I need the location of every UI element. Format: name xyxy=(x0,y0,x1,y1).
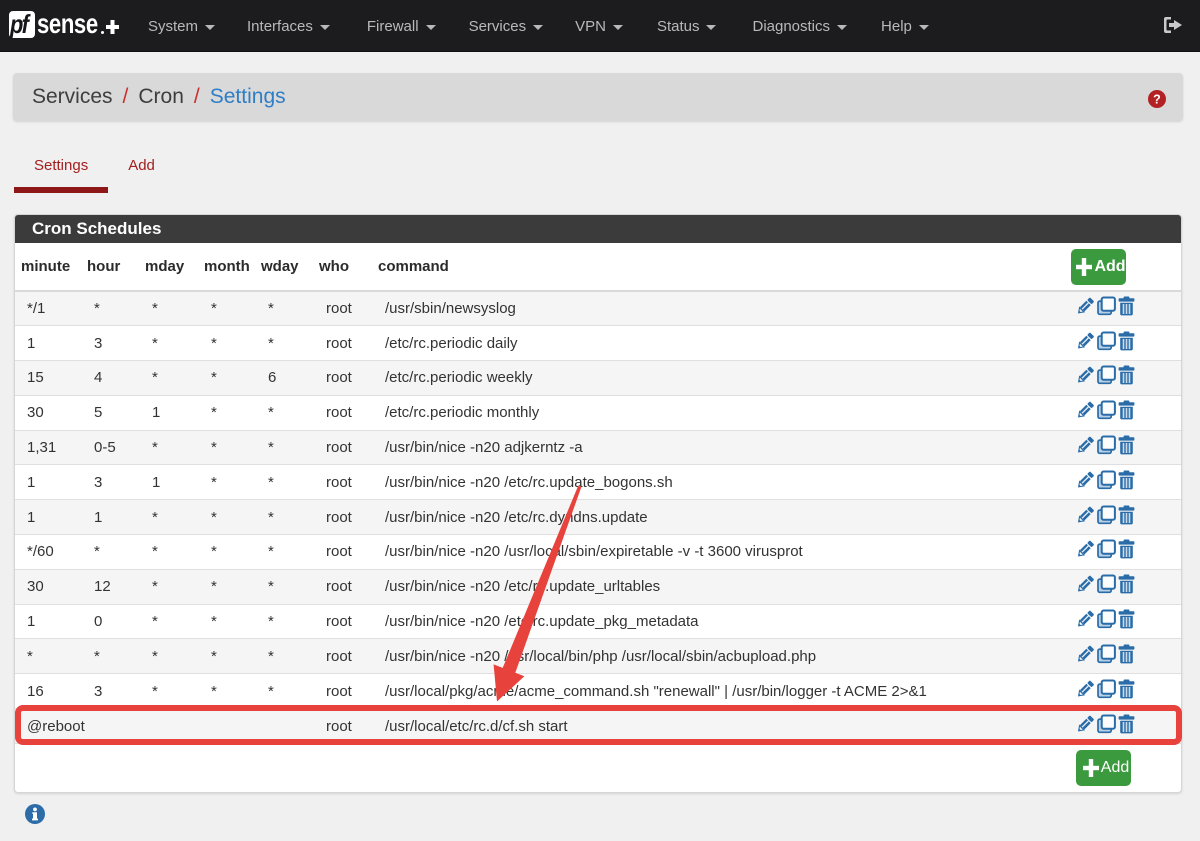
svg-text:?: ? xyxy=(1153,92,1161,106)
